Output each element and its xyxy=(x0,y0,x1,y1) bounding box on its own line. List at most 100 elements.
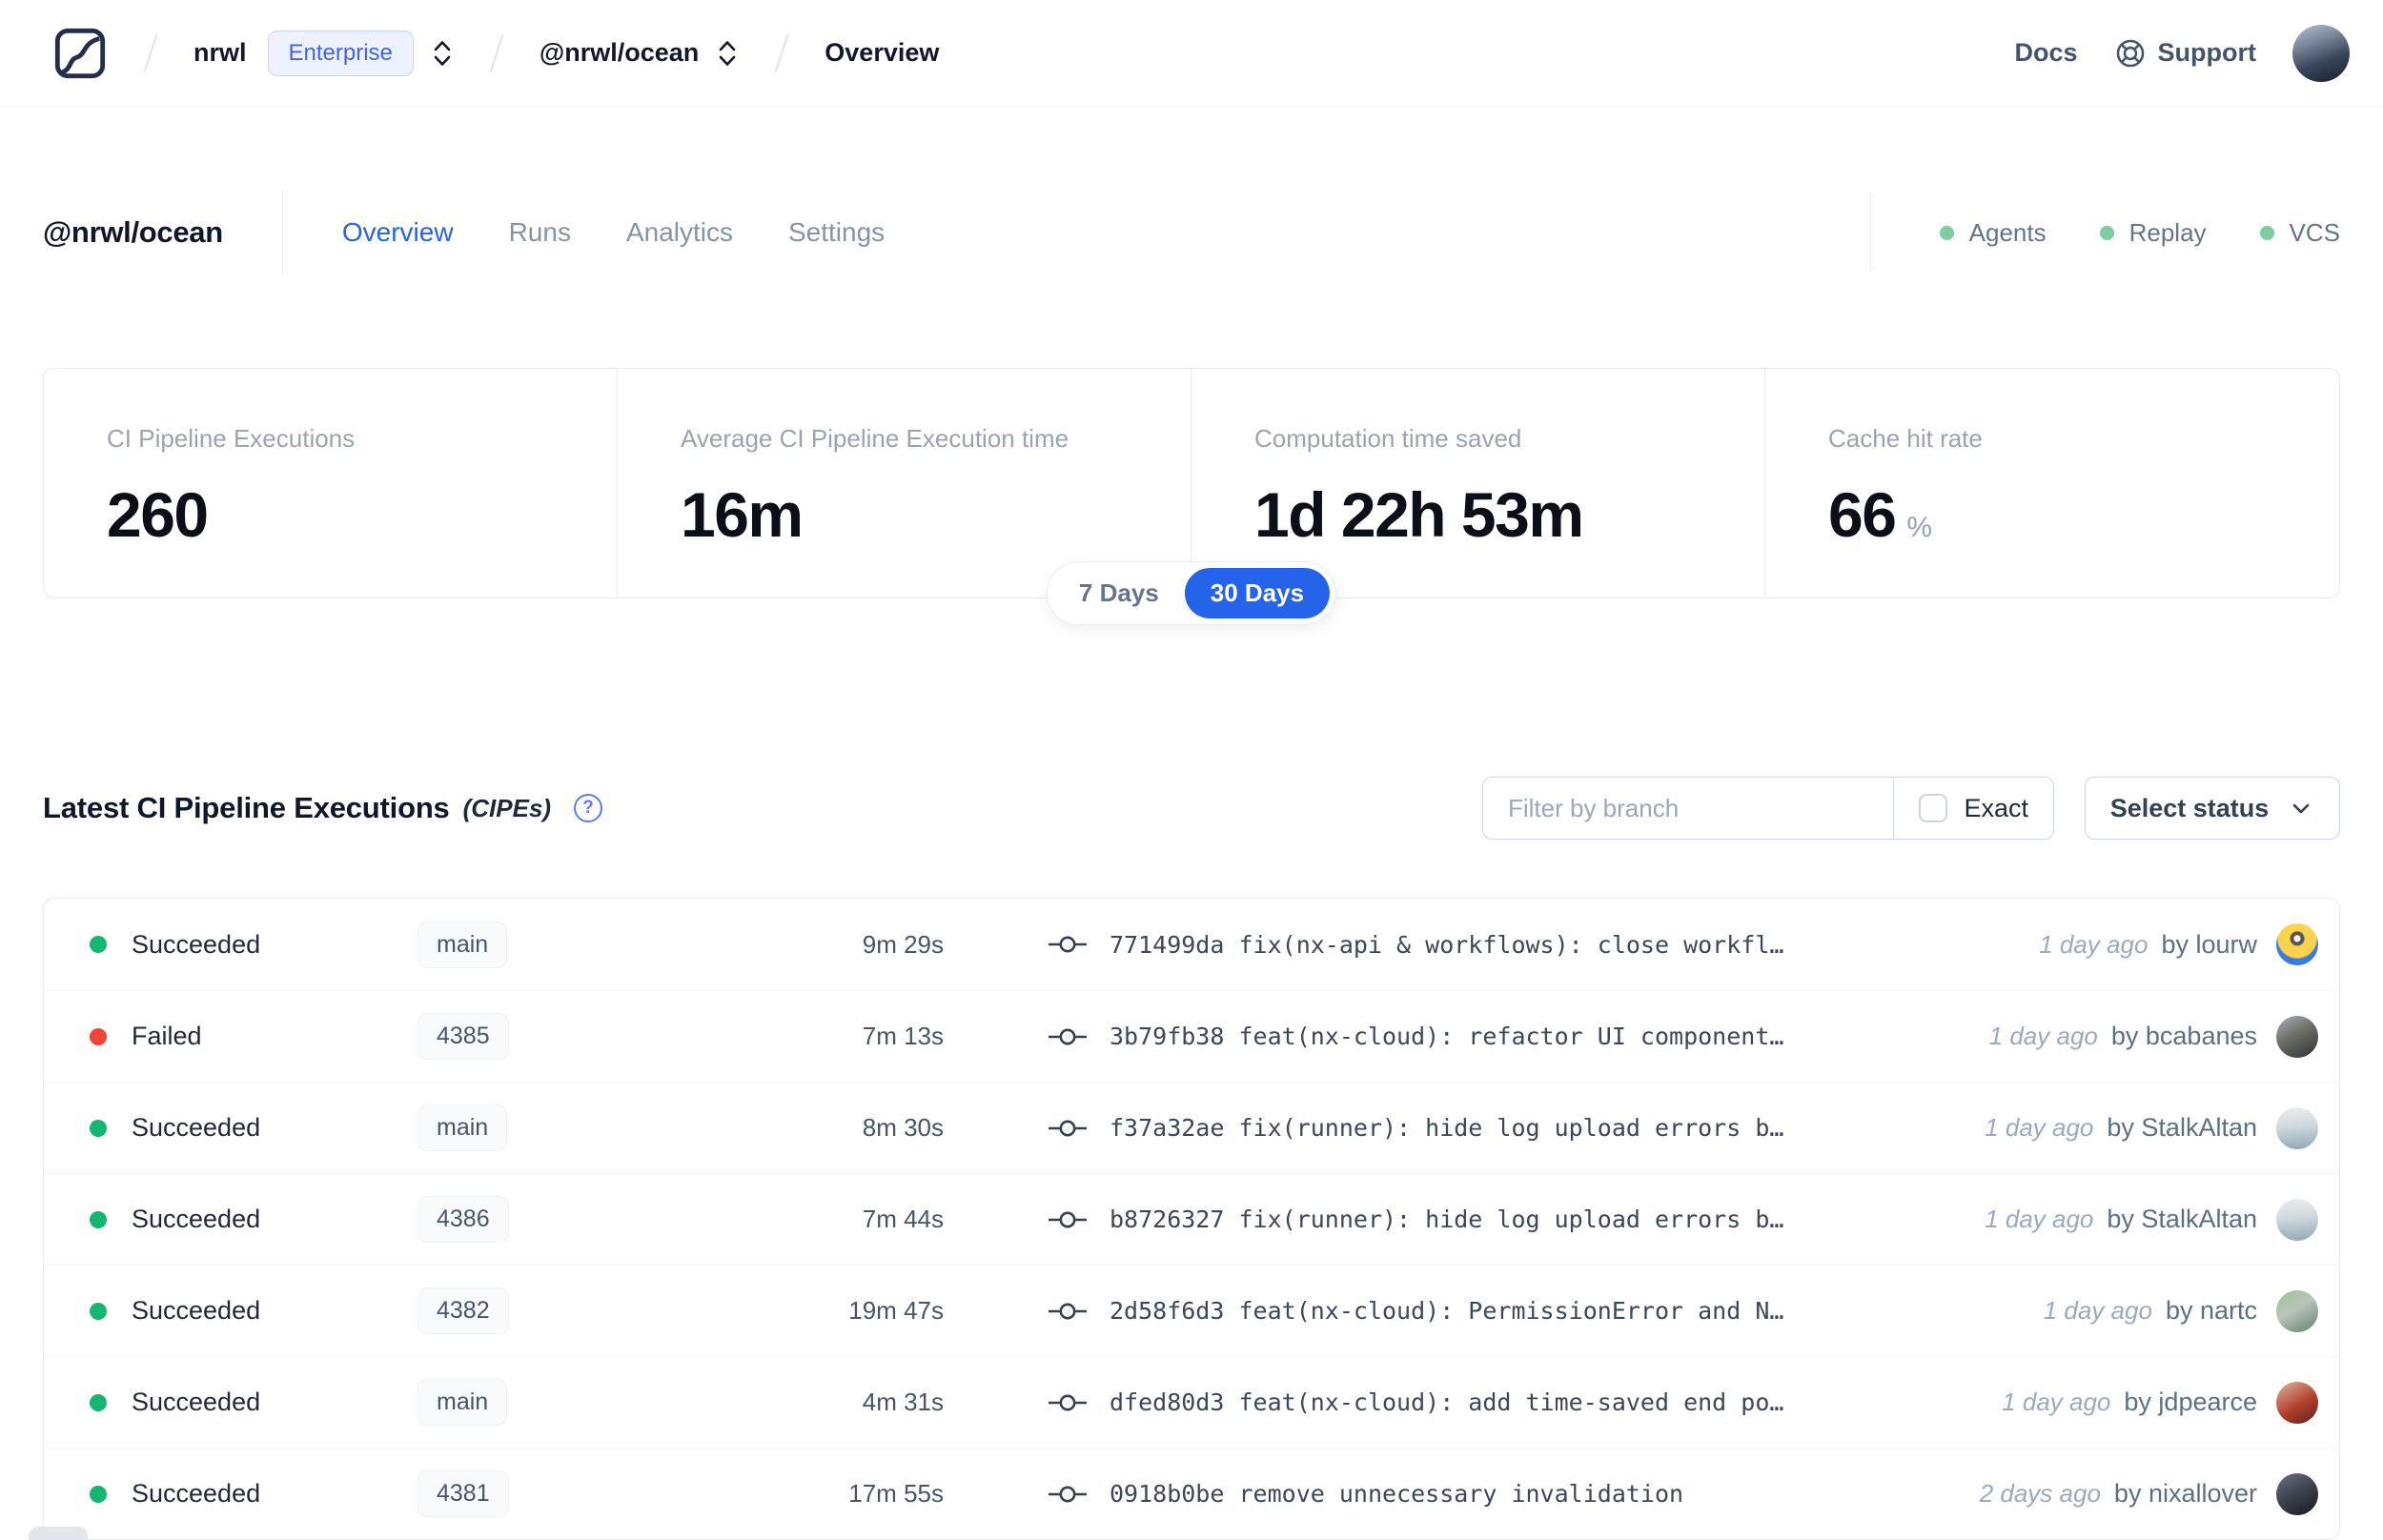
commit-cell: 3b79fb38 feat(nx-cloud): refactor UI com… xyxy=(1049,1023,1970,1050)
author-label: by jdpearce xyxy=(2124,1388,2257,1416)
feature-status-list: Agents Replay VCS xyxy=(1939,218,2340,248)
status-dot-icon xyxy=(90,1302,107,1320)
top-navigation-bar: nrwl Enterprise @nrwl/ocean Overview Doc… xyxy=(0,0,2383,107)
docs-link[interactable]: Docs xyxy=(2014,38,2077,68)
range-7-days[interactable]: 7 Days xyxy=(1053,568,1185,618)
time-ago-label: 1 day ago xyxy=(2043,1296,2152,1325)
status-replay[interactable]: Replay xyxy=(2099,218,2207,248)
status-label: Succeeded xyxy=(132,1296,261,1325)
author-label: by nixallover xyxy=(2113,1479,2257,1508)
help-icon[interactable]: ? xyxy=(574,794,603,822)
percent-suffix: % xyxy=(1906,512,1933,543)
time-ago-label: 1 day ago xyxy=(1985,1113,2094,1142)
duration-label: 8m 30s xyxy=(862,1113,944,1142)
cipe-row[interactable]: Succeeded 4382 19m 47s 2d58f6d3 feat(nx-… xyxy=(44,1265,2339,1356)
status-vcs[interactable]: VCS xyxy=(2259,218,2340,248)
author-avatar xyxy=(2276,1381,2318,1424)
branch-badge: 4385 xyxy=(418,1013,509,1060)
nx-cloud-logo-icon[interactable] xyxy=(52,26,108,81)
divider xyxy=(1869,194,1871,271)
branch-badge: main xyxy=(418,921,508,968)
date-range-toggle: 7 Days 30 Days xyxy=(1046,561,1337,625)
cipe-row[interactable]: Succeeded main 4m 31s dfed80d3 feat(nx-c… xyxy=(44,1356,2339,1448)
breadcrumb-separator xyxy=(774,33,789,72)
exact-checkbox[interactable] xyxy=(1919,794,1948,822)
git-commit-icon xyxy=(1049,1028,1087,1044)
row-meta: 1 day ago by jdpearce xyxy=(2002,1381,2318,1424)
tab-runs[interactable]: Runs xyxy=(509,217,571,248)
org-switcher-chevrons-icon[interactable] xyxy=(431,37,454,70)
corner-widget xyxy=(29,1527,88,1540)
status-dot-icon xyxy=(90,1119,107,1137)
status-label: Succeeded xyxy=(132,1113,261,1142)
status-label: Succeeded xyxy=(132,1479,261,1508)
author-label: by StalkAltan xyxy=(2107,1113,2257,1142)
author-label: by lourw xyxy=(2161,929,2257,959)
row-meta: 1 day ago by lourw xyxy=(2039,923,2318,965)
tab-analytics[interactable]: Analytics xyxy=(626,217,733,248)
cipe-row[interactable]: Failed 4385 7m 13s 3b79fb38 feat(nx-clou… xyxy=(44,990,2339,1082)
branch-badge: main xyxy=(418,1379,508,1426)
git-commit-icon xyxy=(1049,936,1087,953)
commit-cell: 0918b0be remove unnecessary invalidation xyxy=(1049,1480,1961,1508)
commit-cell: dfed80d3 feat(nx-cloud): add time-saved … xyxy=(1049,1388,1983,1416)
branch-badge: main xyxy=(418,1104,508,1151)
tab-overview[interactable]: Overview xyxy=(342,217,454,248)
breadcrumb-org[interactable]: nrwl xyxy=(193,38,247,68)
cipe-row[interactable]: Succeeded 4381 17m 55s 0918b0be remove u… xyxy=(44,1448,2339,1539)
breadcrumb-workspace[interactable]: @nrwl/ocean xyxy=(540,38,699,68)
green-dot-icon xyxy=(2099,225,2114,240)
range-30-days[interactable]: 30 Days xyxy=(1184,568,1331,618)
row-meta: 1 day ago by nartc xyxy=(2043,1289,2318,1332)
row-meta: 1 day ago by StalkAltan xyxy=(1985,1106,2318,1149)
branch-badge: 4386 xyxy=(418,1196,509,1243)
commit-text: f37a32ae fix(runner): hide log upload er… xyxy=(1110,1114,1784,1142)
commit-text: b8726327 fix(runner): hide log upload er… xyxy=(1110,1206,1784,1233)
branch-badge: 4382 xyxy=(418,1287,509,1334)
cipe-table: Succeeded main 9m 29s 771499da fix(nx-ap… xyxy=(43,898,2340,1540)
git-commit-icon xyxy=(1049,1394,1087,1410)
user-avatar[interactable] xyxy=(2292,24,2350,82)
branch-filter-group: Exact xyxy=(1482,777,2054,840)
stat-cache-hit-rate: Cache hit rate 66% xyxy=(1828,424,1983,550)
author-label: by bcabanes xyxy=(2110,1022,2257,1050)
commit-cell: 2d58f6d3 feat(nx-cloud): PermissionError… xyxy=(1049,1297,2025,1325)
branch-filter-input[interactable] xyxy=(1483,778,1894,839)
time-ago-label: 1 day ago xyxy=(1988,1022,2098,1050)
row-meta: 1 day ago by bcabanes xyxy=(1988,1015,2318,1058)
status-agents[interactable]: Agents xyxy=(1939,218,2047,248)
breadcrumb-page: Overview xyxy=(825,38,940,67)
author-avatar xyxy=(2276,1198,2318,1241)
author-avatar xyxy=(2276,1106,2318,1149)
workspace-switcher-chevrons-icon[interactable] xyxy=(716,37,739,70)
enterprise-badge: Enterprise xyxy=(267,30,414,76)
cipe-row[interactable]: Succeeded main 9m 29s 771499da fix(nx-ap… xyxy=(44,899,2339,990)
author-avatar xyxy=(2276,1015,2318,1058)
commit-text: 771499da fix(nx-api & workflows): close … xyxy=(1110,930,1784,959)
workspace-tabs: Overview Runs Analytics Settings xyxy=(342,217,885,248)
commit-text: dfed80d3 feat(nx-cloud): add time-saved … xyxy=(1110,1388,1784,1416)
status-label: Failed xyxy=(132,1022,202,1050)
row-meta: 1 day ago by StalkAltan xyxy=(1985,1198,2318,1241)
select-status-dropdown[interactable]: Select status xyxy=(2085,777,2340,840)
workspace-title: @nrwl/ocean xyxy=(43,215,223,249)
status-dot-icon xyxy=(90,1393,107,1411)
git-commit-icon xyxy=(1049,1120,1087,1136)
author-avatar xyxy=(2276,1472,2318,1515)
status-label: Succeeded xyxy=(132,1388,261,1416)
duration-label: 7m 13s xyxy=(862,1022,944,1050)
time-ago-label: 1 day ago xyxy=(2039,929,2149,959)
commit-cell: 771499da fix(nx-api & workflows): close … xyxy=(1049,931,2020,959)
cipe-row[interactable]: Succeeded 4386 7m 44s b8726327 fix(runne… xyxy=(44,1173,2339,1265)
status-dot-icon xyxy=(90,1485,107,1503)
tab-settings[interactable]: Settings xyxy=(788,217,885,248)
duration-label: 7m 44s xyxy=(862,1205,944,1233)
row-meta: 2 days ago by nixallover xyxy=(1980,1472,2318,1515)
time-ago-label: 1 day ago xyxy=(1985,1205,2094,1233)
duration-label: 19m 47s xyxy=(848,1296,944,1325)
support-link[interactable]: Support xyxy=(2114,37,2256,70)
git-commit-icon xyxy=(1049,1211,1087,1227)
cipe-row[interactable]: Succeeded main 8m 30s f37a32ae fix(runne… xyxy=(44,1082,2339,1173)
time-ago-label: 1 day ago xyxy=(2002,1388,2111,1416)
author-label: by StalkAltan xyxy=(2107,1205,2257,1233)
